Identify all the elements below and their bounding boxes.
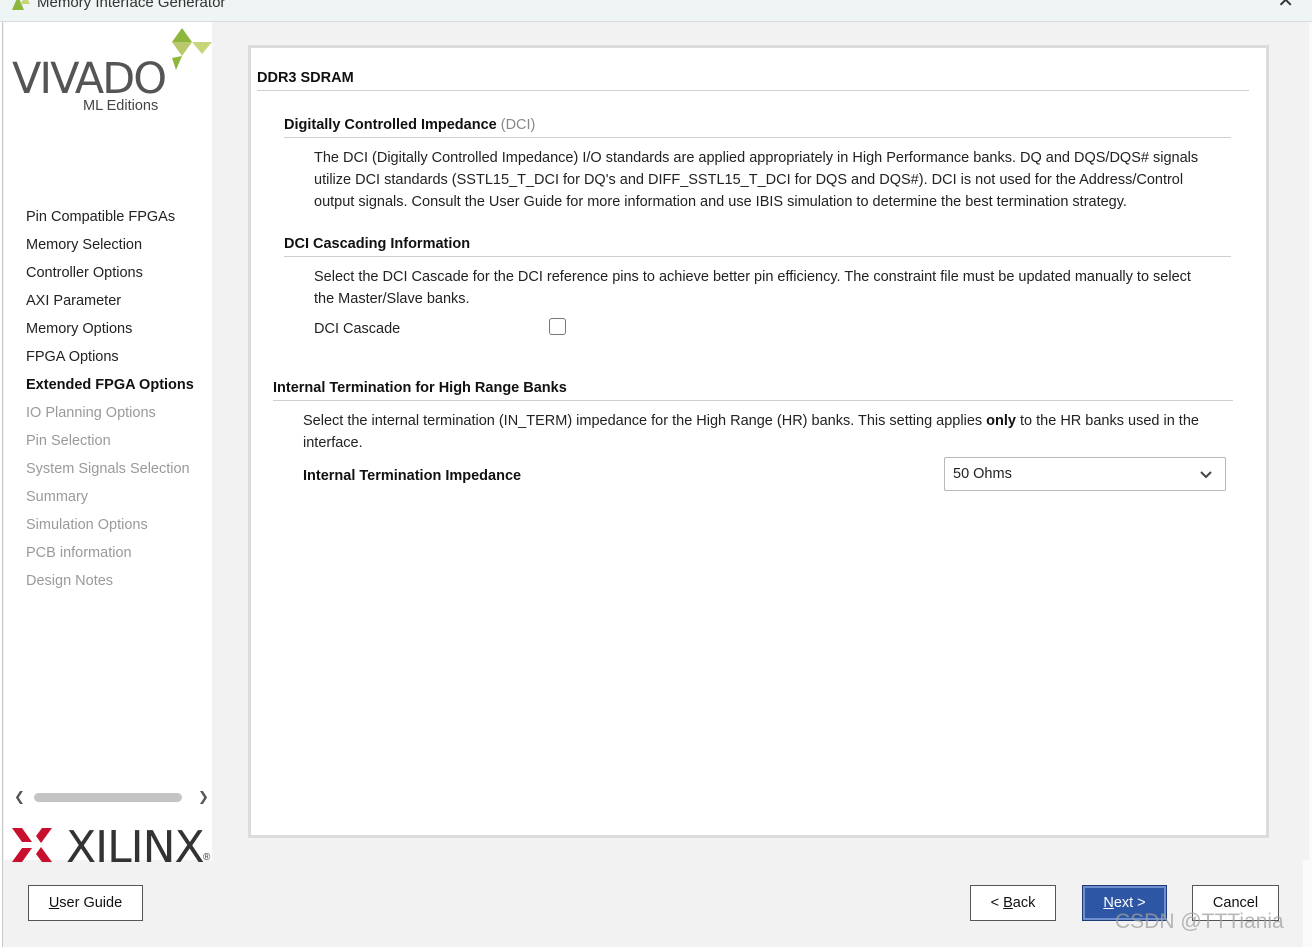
step-simulation-options: Simulation Options <box>26 517 148 533</box>
internal-termination-impedance-select[interactable]: 50 Ohms <box>944 457 1226 491</box>
step-axi-parameter[interactable]: AXI Parameter <box>26 287 194 315</box>
vivado-app-icon <box>12 0 30 10</box>
xilinx-logo-mark <box>12 828 52 862</box>
vivado-logo-mark <box>172 28 212 70</box>
button-label: < <box>990 895 1004 911</box>
step-memory-selection[interactable]: Memory Selection <box>26 231 194 259</box>
selected-value: 50 Ohms <box>953 466 1012 482</box>
registered-mark: ® <box>203 852 211 863</box>
step-extended-fpga-options[interactable]: Extended FPGA Options <box>26 371 194 399</box>
mnemonic: U <box>48 895 60 911</box>
dci-description-line: output signals. Consult the User Guide f… <box>314 194 1127 210</box>
mnemonic: B <box>1003 895 1013 911</box>
internal-termination-description-line: Select the internal termination (IN_TERM… <box>303 410 1233 432</box>
step-pin-compatible-fpgas[interactable]: Pin Compatible FPGAs <box>26 203 194 231</box>
dci-cascade-description-line: Select the DCI Cascade for the DCI refer… <box>314 269 1191 285</box>
step-memory-options[interactable]: Memory Options <box>26 315 194 343</box>
step-io-planning-options: IO Planning Options <box>26 405 156 421</box>
close-icon[interactable]: ✕ <box>1277 0 1294 11</box>
scroll-right-icon[interactable]: ❯ <box>198 789 209 805</box>
wizard-steps: Pin Compatible FPGAs Memory Selection Co… <box>26 203 194 595</box>
step-pcb-information: PCB information <box>26 545 132 561</box>
mnemonic: N <box>1103 895 1114 911</box>
description-text: to the HR banks used in the <box>1015 413 1199 429</box>
internal-termination-description-line: interface. <box>303 435 363 451</box>
step-design-notes: Design Notes <box>26 573 114 589</box>
dci-cascade-label: DCI Cascade <box>314 321 401 337</box>
dci-title-suffix: (DCI) <box>500 117 536 133</box>
back-button[interactable]: < Back <box>970 885 1056 921</box>
button-label: ser Guide <box>59 895 123 911</box>
button-label: ack <box>1012 895 1036 911</box>
title-bar: Memory Interface Generator ✕ <box>0 0 1312 22</box>
chevron-down-icon <box>1200 471 1212 479</box>
wizard-sidebar: VIVADO ML Editions Pin Compatible FPGAs … <box>4 22 212 873</box>
step-pin-selection: Pin Selection <box>26 433 111 449</box>
divider <box>284 256 1231 257</box>
internal-termination-section-title: Internal Termination for High Range Bank… <box>273 380 567 396</box>
step-fpga-options[interactable]: FPGA Options <box>26 343 194 371</box>
divider <box>284 137 1231 138</box>
step-summary: Summary <box>26 489 89 505</box>
dci-section-title: Digitally Controlled Impedance (DCI) <box>284 117 535 133</box>
window-title: Memory Interface Generator <box>37 0 226 11</box>
step-system-signals-selection: System Signals Selection <box>26 461 190 477</box>
watermark: CSDN @TTTiania <box>1115 910 1284 933</box>
page-title: DDR3 SDRAM <box>257 70 354 86</box>
description-text: Select the internal termination (IN_TERM… <box>303 413 987 429</box>
scrollbar-thumb[interactable] <box>34 793 182 802</box>
vivado-logo-text: VIVADO <box>12 54 167 104</box>
sidebar-horizontal-scrollbar[interactable]: ❮ ❯ <box>14 789 210 807</box>
ml-editions-text: ML Editions <box>83 98 159 114</box>
dci-cascade-description-line: the Master/Slave banks. <box>314 291 470 307</box>
dci-cascade-section-title: DCI Cascading Information <box>284 236 471 252</box>
user-guide-button[interactable]: User Guide <box>28 885 143 921</box>
xilinx-logo: XILINX ® <box>12 822 217 873</box>
divider <box>257 90 1249 91</box>
scroll-left-icon[interactable]: ❮ <box>14 789 25 805</box>
button-label: ext > <box>1113 895 1146 911</box>
internal-termination-description: Select the internal termination (IN_TERM… <box>303 410 1233 454</box>
internal-termination-impedance-label: Internal Termination Impedance <box>303 468 522 484</box>
description-bold-text: only <box>986 413 1016 429</box>
xilinx-logo-text: XILINX <box>66 822 205 873</box>
dci-description-line: utilize DCI standards (SSTL15_T_DCI for … <box>314 172 1184 188</box>
step-controller-options[interactable]: Controller Options <box>26 259 194 287</box>
dci-cascade-description: Select the DCI Cascade for the DCI refer… <box>314 266 1234 310</box>
dci-title-text: Digitally Controlled Impedance <box>284 117 497 133</box>
dci-cascade-checkbox[interactable] <box>549 318 566 335</box>
vivado-logo: VIVADO ML Editions <box>8 28 218 114</box>
dci-description: The DCI (Digitally Controlled Impedance)… <box>314 147 1234 213</box>
divider <box>273 400 1233 401</box>
dci-description-line: The DCI (Digitally Controlled Impedance)… <box>314 150 1199 166</box>
